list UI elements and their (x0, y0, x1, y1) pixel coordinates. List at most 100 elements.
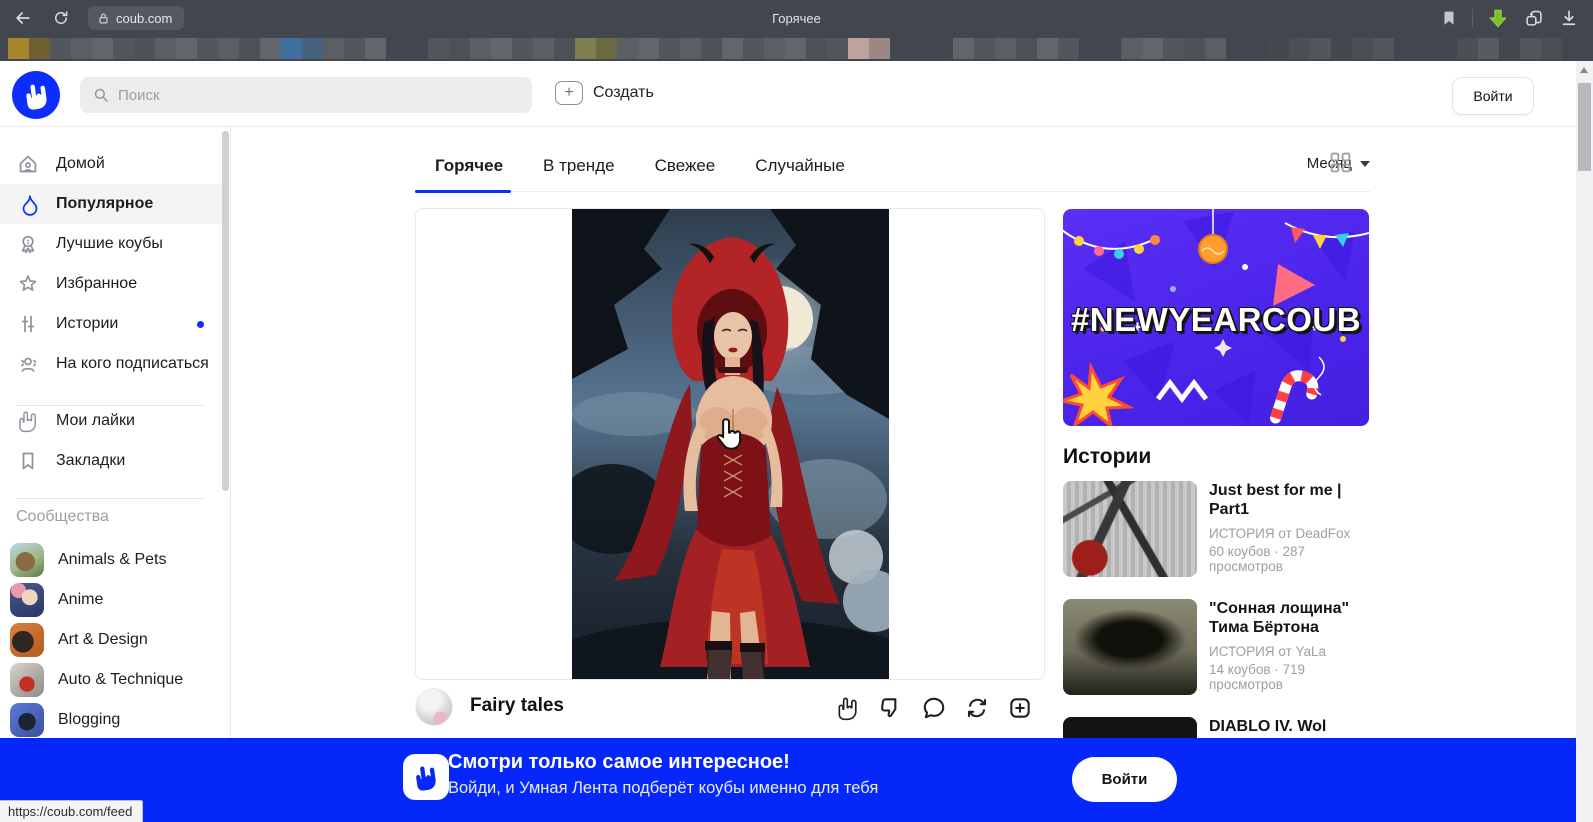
sidebar-item-лучшие-коубы[interactable]: 1Лучшие коубы (0, 224, 222, 264)
bookmark-favicon[interactable] (449, 38, 470, 59)
bookmark-favicon[interactable] (344, 38, 365, 59)
bookmark-favicon[interactable] (1457, 38, 1478, 59)
story-thumbnail[interactable] (1063, 599, 1197, 695)
story-title[interactable]: "Сонная лощина" Тима Бёртона (1209, 599, 1369, 637)
bookmark-favicon[interactable] (260, 38, 281, 59)
bookmark-favicon[interactable] (302, 38, 323, 59)
story-title[interactable]: DIABLO IV. Wol (1209, 717, 1369, 736)
bookmark-favicon[interactable] (1499, 38, 1520, 59)
post-video-preview[interactable] (572, 209, 889, 679)
story-thumbnail[interactable] (1063, 481, 1197, 577)
bookmark-favicon[interactable] (1520, 38, 1541, 59)
bookmark-favicon[interactable] (1058, 38, 1079, 59)
author-name[interactable]: Fairy tales (470, 695, 564, 717)
bookmark-favicon[interactable] (491, 38, 512, 59)
sidebar-item-на-кого-подписаться[interactable]: На кого подписаться (0, 344, 222, 384)
bookmark-favicon[interactable] (848, 38, 869, 59)
bookmark-favicon[interactable] (596, 38, 617, 59)
bookmark-favicon[interactable] (659, 38, 680, 59)
bookmark-favicon[interactable] (722, 38, 743, 59)
bookmark-favicon[interactable] (575, 38, 596, 59)
recoub-button[interactable] (964, 695, 990, 721)
scrollbar-thumb[interactable] (1578, 83, 1591, 171)
community-item-anime[interactable]: Anime (0, 580, 222, 620)
bookmark-star-icon[interactable] (1440, 9, 1458, 27)
bookmark-favicon[interactable] (638, 38, 659, 59)
downloads-icon[interactable] (1559, 8, 1579, 28)
address-bar[interactable]: coub.com (88, 6, 184, 30)
bookmark-favicon[interactable] (323, 38, 344, 59)
bookmark-favicon[interactable] (1268, 38, 1289, 59)
sidebar-item-избранное[interactable]: Избранное (0, 264, 222, 304)
dislike-button[interactable] (878, 695, 904, 721)
back-icon[interactable] (8, 3, 38, 33)
tab-в тренде[interactable]: В тренде (543, 156, 615, 176)
bookmark-favicon[interactable] (470, 38, 491, 59)
tab-случайные[interactable]: Случайные (755, 156, 845, 176)
bookmark-favicon[interactable] (365, 38, 386, 59)
bookmark-favicon[interactable] (428, 38, 449, 59)
bookmark-favicon[interactable] (1331, 38, 1352, 59)
bookmark-favicon[interactable] (1373, 38, 1394, 59)
bookmark-favicon[interactable] (176, 38, 197, 59)
sidebar-item-закладки[interactable]: Закладки (0, 441, 222, 481)
sidebar-item-истории[interactable]: Истории (0, 304, 222, 344)
bookmark-favicon[interactable] (50, 38, 71, 59)
add-to-button[interactable] (1007, 695, 1033, 721)
story-title[interactable]: Just best for me | Part1 (1209, 481, 1369, 519)
bookmark-favicon[interactable] (995, 38, 1016, 59)
community-item-art-design[interactable]: Art & Design (0, 620, 222, 660)
tab-свежее[interactable]: Свежее (655, 156, 716, 176)
community-item-blogging[interactable]: Blogging (0, 700, 222, 740)
bookmark-favicon[interactable] (1142, 38, 1163, 59)
like-button[interactable] (835, 695, 861, 721)
extension-icon[interactable] (1523, 7, 1545, 29)
bookmark-favicon[interactable] (1205, 38, 1226, 59)
bookmark-favicon[interactable] (113, 38, 134, 59)
grid-view-icon[interactable] (1330, 152, 1352, 174)
bookmark-favicon[interactable] (953, 38, 974, 59)
bookmark-favicon[interactable] (743, 38, 764, 59)
comments-button[interactable] (921, 695, 947, 721)
sidebar-item-домой[interactable]: Домой (0, 144, 222, 184)
sidebar-item-популярное[interactable]: Популярное (0, 184, 222, 224)
bookmark-favicon[interactable] (1478, 38, 1499, 59)
tab-горячее[interactable]: Горячее (435, 156, 503, 176)
bookmark-favicon[interactable] (680, 38, 701, 59)
bookmark-favicon[interactable] (617, 38, 638, 59)
bookmark-favicon[interactable] (785, 38, 806, 59)
sidebar-scrollbar[interactable] (222, 131, 229, 491)
coub-logo[interactable] (12, 71, 60, 119)
bookmark-favicon[interactable] (29, 38, 50, 59)
promo-login-button[interactable]: Войти (1072, 757, 1177, 802)
bookmark-favicon[interactable] (974, 38, 995, 59)
bookmark-favicon[interactable] (701, 38, 722, 59)
page-scrollbar[interactable] (1576, 61, 1593, 822)
bookmark-favicon[interactable] (1037, 38, 1058, 59)
bookmark-favicon[interactable] (827, 38, 848, 59)
bookmark-favicon[interactable] (1016, 38, 1037, 59)
bookmark-favicon[interactable] (281, 38, 302, 59)
scroll-up-arrow[interactable] (1580, 67, 1588, 73)
savefrom-extension-icon[interactable] (1487, 7, 1509, 29)
community-item-animals-pets[interactable]: Animals & Pets (0, 540, 222, 580)
bookmark-favicon[interactable] (92, 38, 113, 59)
bookmark-favicon[interactable] (71, 38, 92, 59)
bookmark-favicon[interactable] (554, 38, 575, 59)
story-item[interactable]: Just best for me | Part1ИСТОРИЯ от DeadF… (1063, 481, 1369, 577)
bookmark-favicon[interactable] (1163, 38, 1184, 59)
bookmark-favicon[interactable] (1541, 38, 1562, 59)
author-avatar[interactable] (415, 688, 453, 726)
bookmark-favicon[interactable] (1184, 38, 1205, 59)
bookmark-favicon[interactable] (8, 38, 29, 59)
reload-icon[interactable] (46, 3, 76, 33)
sidebar-item-мои-лайки[interactable]: Мои лайки (0, 401, 222, 441)
bookmark-favicon[interactable] (764, 38, 785, 59)
bookmark-favicon[interactable] (1352, 38, 1373, 59)
search-input[interactable]: Поиск (80, 77, 532, 113)
bookmark-favicon[interactable] (197, 38, 218, 59)
bookmark-favicon[interactable] (239, 38, 260, 59)
create-button[interactable]: + Создать (555, 81, 654, 105)
community-item-auto-technique[interactable]: Auto & Technique (0, 660, 222, 700)
bookmark-favicon[interactable] (512, 38, 533, 59)
